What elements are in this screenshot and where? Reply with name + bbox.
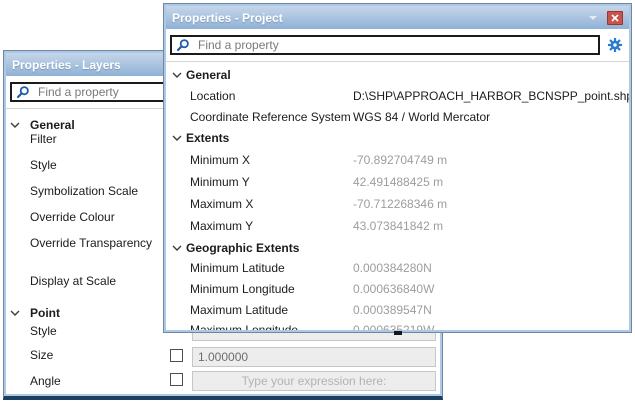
property-row-max-y: Maximum Y 43.073841842 m xyxy=(166,216,629,236)
layers-panel-title: Properties - Layers xyxy=(12,58,121,72)
chevron-expanded-icon xyxy=(172,72,182,79)
property-row-min-y: Minimum Y 42.491488425 m xyxy=(166,172,629,192)
size-field[interactable] xyxy=(192,347,436,367)
property-row-location: Location D:\SHP\APPROACH_HARBOR_BCNSPP_p… xyxy=(166,86,629,106)
app-screen: Properties - Layers xyxy=(0,0,635,404)
close-icon xyxy=(611,14,619,22)
project-settings-button[interactable] xyxy=(605,37,625,53)
property-value: 0.000635219W xyxy=(353,320,434,330)
angle-checkbox[interactable] xyxy=(170,373,183,386)
property-value: -70.892704749 m xyxy=(353,150,447,170)
chevron-expanded-icon xyxy=(10,310,20,317)
chevron-expanded-icon xyxy=(172,245,182,252)
property-row-max-x: Maximum X -70.712268346 m xyxy=(166,194,629,214)
property-row-max-lat: Maximum Latitude 0.000389547N xyxy=(166,300,629,320)
property-value: WGS 84 / World Mercator xyxy=(353,107,490,127)
property-value: 0.000384280N xyxy=(353,258,432,278)
close-button[interactable] xyxy=(607,11,623,25)
properties-project-panel: Properties - Project xyxy=(163,3,632,333)
project-section-extents[interactable]: Extents xyxy=(166,128,629,148)
chevron-expanded-icon xyxy=(172,135,182,142)
property-value: 0.000636840W xyxy=(353,279,434,299)
section-label: General xyxy=(186,65,231,85)
property-row-min-lon: Minimum Longitude 0.000636840W xyxy=(166,279,629,299)
section-label: Point xyxy=(30,303,60,323)
property-value: 43.073841842 m xyxy=(353,216,443,236)
property-value: 0.000389547N xyxy=(353,300,432,320)
property-value: 42.491488425 m xyxy=(353,172,443,192)
project-section-general[interactable]: General xyxy=(166,65,629,85)
gear-icon xyxy=(607,37,623,53)
project-property-list: General Location D:\SHP\APPROACH_HARBOR_… xyxy=(166,62,629,330)
property-row-min-lat: Minimum Latitude 0.000384280N xyxy=(166,258,629,278)
property-value: D:\SHP\APPROACH_HARBOR_BCNSPP_point.shp xyxy=(353,86,629,106)
project-search-box[interactable] xyxy=(170,35,600,55)
search-icon xyxy=(176,38,190,52)
project-search-row xyxy=(166,29,629,62)
resize-grip[interactable] xyxy=(394,331,402,335)
project-panel-title: Properties - Project xyxy=(172,11,283,25)
chevron-expanded-icon xyxy=(10,122,20,129)
search-icon xyxy=(16,85,30,99)
project-search-input[interactable] xyxy=(196,37,594,53)
project-panel-titlebar[interactable]: Properties - Project xyxy=(166,6,629,29)
property-row-min-x: Minimum X -70.892704749 m xyxy=(166,150,629,170)
size-checkbox[interactable] xyxy=(170,349,183,362)
section-label: Extents xyxy=(186,128,229,148)
chevron-down-icon[interactable] xyxy=(589,16,597,20)
section-label: Geographic Extents xyxy=(186,238,299,258)
project-section-geographic-extents[interactable]: Geographic Extents xyxy=(166,238,629,258)
property-value: -70.712268346 m xyxy=(353,194,447,214)
property-row-max-lon: Maximum Longitude 0.000635219W xyxy=(166,320,629,330)
angle-expression-field[interactable] xyxy=(192,371,436,391)
property-row-crs: Coordinate Reference System WGS 84 / Wor… xyxy=(166,107,629,127)
layers-item-size: Size xyxy=(6,345,440,365)
layers-item-angle: Angle xyxy=(6,371,440,391)
